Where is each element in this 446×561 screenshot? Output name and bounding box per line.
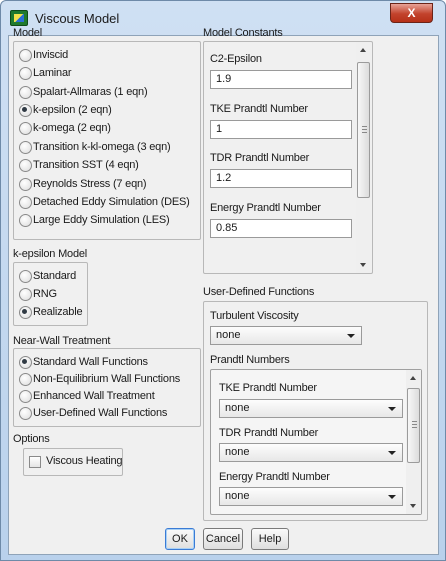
- radio-k-epsilon[interactable]: k-epsilon (2 eqn): [19, 104, 112, 117]
- radio-laminar[interactable]: Laminar: [19, 67, 72, 80]
- prandtl-numbers-label: Prandtl Numbers: [210, 354, 290, 366]
- radio-transition-k-kl-omega[interactable]: Transition k-kl-omega (3 eqn): [19, 141, 171, 154]
- k-epsilon-model-label: k-epsilon Model: [13, 248, 88, 260]
- udf-section-label: User-Defined Functions: [203, 286, 315, 298]
- udf-energy-prandtl-dropdown[interactable]: none: [219, 487, 403, 506]
- chevron-down-icon: [347, 334, 355, 338]
- udf-energy-prandtl-label: Energy Prandtl Number: [219, 471, 330, 483]
- udf-tdr-prandtl-dropdown[interactable]: none: [219, 443, 403, 462]
- udf-tke-prandtl-value: none: [225, 402, 250, 414]
- grip-icon: [412, 421, 417, 428]
- turbulent-viscosity-value: none: [216, 329, 241, 341]
- viscous-model-dialog: Viscous Model X Model Inviscid Laminar S…: [0, 0, 446, 561]
- chevron-down-icon: [388, 495, 396, 499]
- viscous-heating-label: Viscous Heating: [46, 455, 123, 467]
- help-button[interactable]: Help: [251, 528, 289, 550]
- scrollbar-thumb[interactable]: [407, 388, 420, 463]
- scroll-up-arrow-icon[interactable]: [360, 48, 366, 52]
- prandtl-numbers-group: TKE Prandtl Number none TDR Prandtl Numb…: [210, 369, 422, 515]
- dialog-body: Model Inviscid Laminar Spalart-Allmaras …: [8, 27, 439, 555]
- radio-user-defined-wall-functions[interactable]: User-Defined Wall Functions: [19, 407, 167, 420]
- cancel-button[interactable]: Cancel: [203, 528, 243, 550]
- viscous-heating-checkbox[interactable]: [29, 456, 41, 468]
- radio-rng[interactable]: RNG: [19, 288, 57, 301]
- k-epsilon-model-group: Standard RNG Realizable: [13, 262, 88, 326]
- radio-non-equilibrium-wall-functions[interactable]: Non-Equilibrium Wall Functions: [19, 373, 180, 386]
- model-group: Inviscid Laminar Spalart-Allmaras (1 eqn…: [13, 41, 201, 240]
- chevron-down-icon: [388, 451, 396, 455]
- tke-prandtl-number-input[interactable]: 1: [210, 120, 352, 139]
- radio-k-omega[interactable]: k-omega (2 eqn): [19, 122, 111, 135]
- window-title: Viscous Model: [35, 11, 120, 26]
- model-constants-label: Model Constants: [203, 27, 283, 39]
- radio-inviscid[interactable]: Inviscid: [19, 49, 68, 62]
- udf-energy-prandtl-value: none: [225, 490, 250, 502]
- radio-standard-wall-functions[interactable]: Standard Wall Functions: [19, 356, 148, 369]
- c2-epsilon-label: C2-Epsilon: [210, 53, 262, 65]
- near-wall-treatment-group: Standard Wall Functions Non-Equilibrium …: [13, 348, 201, 427]
- model-constants-scrollbar[interactable]: [356, 42, 371, 273]
- near-wall-treatment-label: Near-Wall Treatment: [13, 335, 111, 347]
- close-button[interactable]: X: [390, 3, 433, 23]
- grip-icon: [362, 126, 367, 133]
- model-section-label: Model: [13, 27, 42, 39]
- scrollbar-thumb[interactable]: [357, 62, 370, 198]
- viscous-heating-group: Viscous Heating: [23, 448, 123, 476]
- tdr-prandtl-number-input[interactable]: 1.2: [210, 169, 352, 188]
- scroll-down-arrow-icon[interactable]: [360, 263, 366, 267]
- tke-prandtl-number-label: TKE Prandtl Number: [210, 103, 308, 115]
- radio-spalart-allmaras[interactable]: Spalart-Allmaras (1 eqn): [19, 86, 148, 99]
- radio-enhanced-wall-treatment[interactable]: Enhanced Wall Treatment: [19, 390, 155, 403]
- scroll-up-arrow-icon[interactable]: [410, 376, 416, 380]
- radio-standard[interactable]: Standard: [19, 270, 76, 283]
- ok-button[interactable]: OK: [165, 528, 195, 550]
- fluent-app-icon: [10, 10, 28, 26]
- turbulent-viscosity-dropdown[interactable]: none: [210, 326, 362, 345]
- prandtl-numbers-scrollbar[interactable]: [406, 370, 421, 514]
- model-constants-group: C2-Epsilon 1.9 TKE Prandtl Number 1 TDR …: [203, 41, 373, 274]
- udf-tke-prandtl-dropdown[interactable]: none: [219, 399, 403, 418]
- c2-epsilon-input[interactable]: 1.9: [210, 70, 352, 89]
- udf-tdr-prandtl-label: TDR Prandtl Number: [219, 427, 319, 439]
- tdr-prandtl-number-label: TDR Prandtl Number: [210, 152, 310, 164]
- udf-group: Turbulent Viscosity none Prandtl Numbers…: [203, 301, 428, 521]
- scroll-down-arrow-icon[interactable]: [410, 504, 416, 508]
- radio-transition-sst[interactable]: Transition SST (4 eqn): [19, 159, 139, 172]
- udf-tdr-prandtl-value: none: [225, 446, 250, 458]
- options-label: Options: [13, 433, 50, 445]
- energy-prandtl-number-input[interactable]: 0.85: [210, 219, 352, 238]
- radio-les[interactable]: Large Eddy Simulation (LES): [19, 214, 170, 227]
- turbulent-viscosity-label: Turbulent Viscosity: [210, 310, 299, 322]
- radio-reynolds-stress[interactable]: Reynolds Stress (7 eqn): [19, 178, 147, 191]
- energy-prandtl-number-label: Energy Prandtl Number: [210, 202, 321, 214]
- udf-tke-prandtl-label: TKE Prandtl Number: [219, 382, 317, 394]
- radio-des[interactable]: Detached Eddy Simulation (DES): [19, 196, 190, 209]
- radio-realizable[interactable]: Realizable: [19, 306, 83, 319]
- chevron-down-icon: [388, 407, 396, 411]
